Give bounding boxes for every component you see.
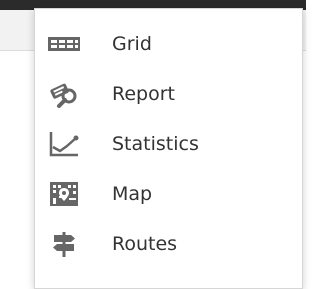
menu-item-label: Statistics — [112, 133, 199, 155]
menu-item-label: Grid — [112, 33, 152, 55]
dropdown-menu: Grid Report Statistics Map Routes — [34, 8, 303, 289]
menu-item-label: Routes — [112, 233, 178, 255]
page: Grid Report Statistics Map Routes — [0, 0, 306, 289]
grid-icon — [47, 29, 81, 59]
menu-item-label: Report — [112, 83, 175, 105]
menu-item-report[interactable]: Report — [35, 69, 302, 119]
routes-icon — [47, 229, 81, 259]
menu-item-statistics[interactable]: Statistics — [35, 119, 302, 169]
menu-item-label: Map — [112, 183, 153, 205]
statistics-icon — [47, 129, 81, 159]
report-icon — [47, 79, 81, 109]
menu-item-grid[interactable]: Grid — [35, 19, 302, 69]
menu-item-routes[interactable]: Routes — [35, 219, 302, 269]
map-icon — [47, 179, 81, 209]
menu-item-map[interactable]: Map — [35, 169, 302, 219]
